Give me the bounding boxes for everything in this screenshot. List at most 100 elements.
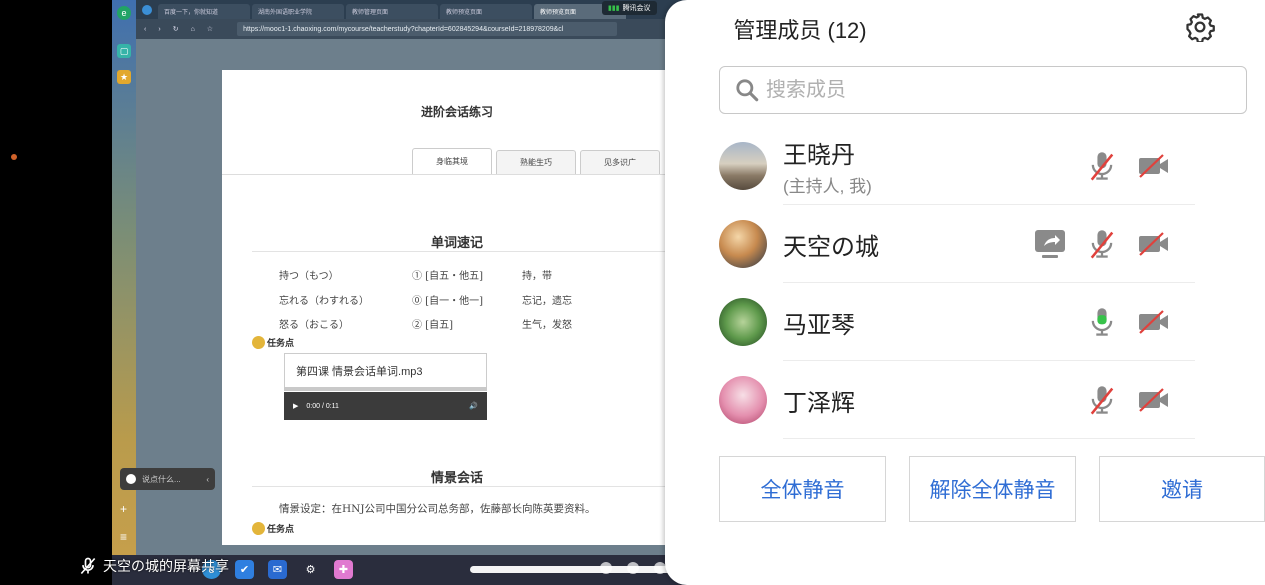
left-tools: + ≡ (120, 495, 127, 551)
chat-placeholder: 说点什么... (142, 474, 181, 484)
section-divider (252, 251, 692, 252)
camera-off-icon[interactable] (1137, 227, 1171, 261)
member-info: 丁泽辉 (783, 383, 855, 418)
invite-button[interactable]: 邀请 (1099, 456, 1265, 522)
shared-screen: e ▢ ★ 百度一下，你就知道 湖南外国语职业学院 教师管理页面 教师预览页面 … (112, 0, 692, 585)
vocab-word: 怒る（おこる） (279, 320, 349, 331)
panel-title: 管理成员 (12) (665, 13, 1265, 45)
member-name: 天空の城 (783, 233, 879, 261)
meeting-app-icon[interactable]: ✚ (334, 560, 353, 579)
tab-label: 百度一下，你就知道 (164, 10, 219, 16)
member-panel: 管理成员 (12) 王晓丹 (主持人, 我) 天空の城 (665, 0, 1265, 585)
app-logo-icon[interactable]: e (117, 6, 131, 20)
browser-tab[interactable]: 教师管理页面 (346, 4, 438, 19)
tab-label: 湖南外国语职业学院 (258, 10, 313, 16)
avatar (719, 142, 767, 190)
member-row[interactable]: 丁泽辉 (719, 361, 1195, 439)
tab-practice[interactable]: 熟能生巧 (496, 150, 576, 174)
vocab-meaning: 生气，发怒 (522, 320, 572, 331)
mic-muted-icon[interactable] (1085, 383, 1119, 417)
tab-divider (222, 174, 692, 175)
vocab-type: ① [自五・他五] (412, 271, 483, 282)
member-info: 王晓丹 (主持人, 我) (783, 135, 872, 197)
panel-title-text: 管理成员 (12) (733, 18, 867, 43)
mute-all-button[interactable]: 全体静音 (719, 456, 886, 522)
mail-app-icon[interactable]: ✉ (268, 560, 287, 579)
tab-immersive[interactable]: 身临其境 (412, 148, 492, 174)
avatar (719, 376, 767, 424)
member-row[interactable]: 王晓丹 (主持人, 我) (719, 127, 1195, 205)
vocab-row: 忘れる（わすれる） ⓪ [自一・他一] 忘记，遗忘 (279, 292, 602, 307)
browser-tab[interactable]: 百度一下，你就知道 (158, 4, 250, 19)
screen-share-label: 天空の城的屏幕共享 (78, 554, 229, 578)
unmute-all-button[interactable]: 解除全体静音 (909, 456, 1076, 522)
settings-app-icon[interactable]: ⚙ (301, 560, 320, 579)
vocab-word: 忘れる（わすれる） (279, 296, 369, 307)
vocab-row: 怒る（おこる） ② [自五] 生气，发怒 (279, 316, 602, 331)
vocab-row: 持つ（もつ） ① [自五・他五] 持，带 (279, 267, 602, 282)
volume-icon[interactable]: 🔊 (469, 402, 478, 410)
chat-input-bar[interactable]: 说点什么... ‹ (120, 468, 215, 490)
tab-extended[interactable]: 见多识广 (580, 150, 660, 174)
vocab-word: 持つ（もつ） (279, 271, 339, 282)
indicator-dot (11, 154, 17, 160)
member-info: 天空の城 (783, 227, 879, 262)
vocab-type: ⓪ [自一・他一] (412, 296, 483, 307)
mic-muted-icon[interactable] (1085, 149, 1119, 183)
forward-icon[interactable]: › (158, 26, 160, 33)
member-row[interactable]: 马亚琴 (719, 283, 1195, 361)
task-point: 任务点 (252, 522, 294, 535)
emoji-icon[interactable] (126, 474, 136, 484)
member-info: 马亚琴 (783, 305, 855, 340)
settings-gear-icon[interactable] (1185, 12, 1215, 44)
task-point: 任务点 (252, 336, 294, 349)
audio-filename: 第四课 情景会话单词.mp3 (284, 353, 487, 389)
search-icon (736, 79, 759, 102)
play-icon[interactable]: ▶ (293, 402, 298, 410)
menu-icon[interactable]: ≡ (120, 523, 127, 551)
home-icon[interactable]: ⌂ (191, 26, 195, 33)
share-label-text: 天空の城的屏幕共享 (103, 558, 229, 574)
star-icon[interactable]: ★ (117, 70, 131, 84)
camera-off-icon[interactable] (1137, 383, 1171, 417)
tab-label: 教师预览页面 (446, 10, 483, 16)
collapse-icon[interactable]: ‹ (206, 475, 209, 484)
mic-active-icon[interactable] (1085, 305, 1119, 339)
stage: { "shared_screen": { "browser_tabs": [ {… (0, 0, 1265, 585)
member-row[interactable]: 天空の城 (719, 205, 1195, 283)
browser-icon (142, 4, 152, 15)
camera-off-icon[interactable] (1137, 149, 1171, 183)
vocab-meaning: 忘记，遗忘 (522, 296, 572, 307)
section-title-vocab: 单词速记 (430, 235, 483, 250)
reload-icon[interactable]: ↻ (173, 25, 179, 33)
scene-text: 情景设定：在HNJ公司中国分公司总务部，佐藤部长向陈英要资料。 (279, 503, 596, 515)
section-divider (252, 486, 692, 487)
back-icon[interactable]: ‹ (144, 26, 146, 33)
task-label: 任务点 (267, 524, 295, 534)
browser-tab[interactable]: 湖南外国语职业学院 (252, 4, 344, 19)
vocab-type: ② [自五] (412, 320, 453, 331)
bookmark-icon[interactable]: ▢ (117, 44, 131, 58)
search-member-field[interactable] (719, 66, 1247, 114)
page-title: 进阶会话练习 (420, 105, 493, 119)
url-field[interactable]: https://mooc1-1.chaoxing.com/mycourse/te… (237, 22, 618, 36)
favorite-icon[interactable]: ☆ (207, 25, 213, 33)
search-input[interactable] (766, 78, 1206, 102)
meeting-status-tag[interactable]: ▮▮▮ 腾讯会议 (602, 1, 657, 15)
audio-progress-bar[interactable] (284, 387, 487, 391)
browser-tab[interactable]: 教师预览页面 (440, 4, 532, 19)
task-dot-icon (252, 336, 265, 349)
mic-muted-icon[interactable] (1085, 227, 1119, 261)
member-name: 王晓丹 (783, 142, 855, 169)
vocab-meaning: 持，带 (522, 271, 552, 282)
address-bar: ‹ › ↻ ⌂ ☆ https://mooc1-1.chaoxing.com/m… (136, 19, 692, 39)
camera-off-icon[interactable] (1137, 305, 1171, 339)
row-divider (783, 438, 1195, 439)
screen-share-icon[interactable] (1033, 227, 1067, 261)
member-name: 丁泽辉 (783, 389, 855, 417)
add-icon[interactable]: + (120, 495, 127, 523)
tab-label: 教师预览页面 (540, 10, 577, 16)
course-page: 进阶会话练习 身临其境 熟能生巧 见多识广 单词速记 持つ（もつ） ① [自五・… (222, 70, 692, 545)
mic-muted-icon (80, 557, 96, 575)
messenger-app-icon[interactable]: ✔ (235, 560, 254, 579)
